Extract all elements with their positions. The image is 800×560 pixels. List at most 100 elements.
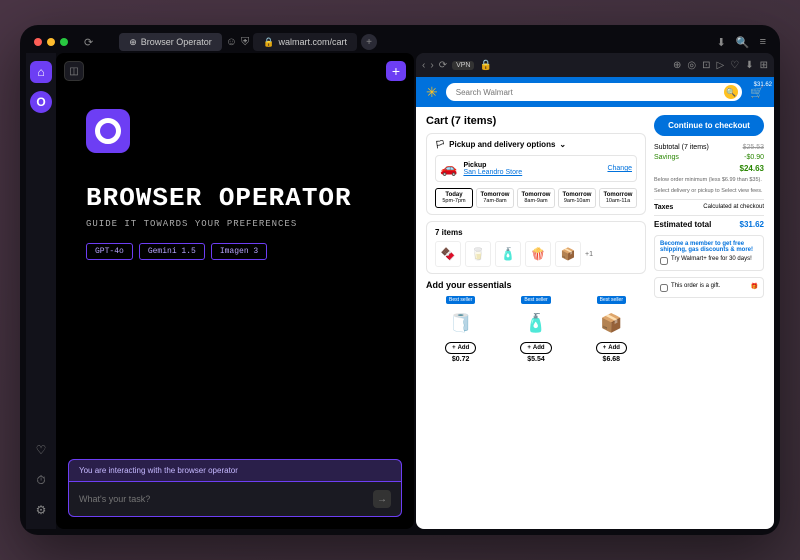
pickup-info: Pickup San Leandro Store <box>463 162 601 176</box>
add-button[interactable]: + Add <box>445 342 476 354</box>
reload-button[interactable]: ⟳ <box>439 60 447 71</box>
back-button[interactable]: ‹ <box>422 60 425 71</box>
forward-button[interactable]: › <box>430 60 433 71</box>
subtotal-row: Subtotal (7 items)$25.53 <box>654 144 764 151</box>
essential-card: Best seller 📦 + Add $6.68 <box>577 294 646 363</box>
time-slot[interactable]: Tomorrow9am-10am <box>558 188 596 208</box>
estimated-total-row: Estimated total$31.62 <box>654 220 764 229</box>
webpage-pane: ‹ › ⟳ VPN 🔒 ⊕ ◎ ⊡ ▷ ♡ ⬇ ⊞ <box>416 53 774 529</box>
operator-input-area: You are interacting with the browser ope… <box>56 447 414 529</box>
cart-item-thumb[interactable]: 🍿 <box>525 241 551 267</box>
send-button[interactable]: → <box>373 490 391 508</box>
pickup-store[interactable]: San Leandro Store <box>463 169 601 176</box>
cart-icon[interactable]: 🛒$31.62 <box>750 86 764 99</box>
savings-row: Savings-$0.90 <box>654 154 764 161</box>
close-window[interactable] <box>34 38 42 46</box>
toolbar-icon[interactable]: ◎ <box>687 60 696 71</box>
add-button[interactable]: + Add <box>596 342 627 354</box>
tab-strip: ⊕ Browser Operator ☺ ⛨ 🔒 walmart.com/car… <box>119 33 710 51</box>
new-tab-button[interactable]: + <box>361 34 377 50</box>
checkout-button[interactable]: Continue to checkout <box>654 115 764 136</box>
walmart-search-button[interactable]: 🔍 <box>724 85 738 99</box>
maximize-window[interactable] <box>60 38 68 46</box>
page-body: Cart (7 items) 🏳 Pickup and delivery opt… <box>416 107 774 371</box>
more-items[interactable]: +1 <box>585 251 593 258</box>
vpn-badge[interactable]: VPN <box>452 61 474 70</box>
essentials-section: Add your essentials Best seller 🧻 + Add … <box>426 280 646 363</box>
item-thumbnails: 🍫 🥛 🧴 🍿 📦 +1 <box>435 241 637 267</box>
time-slot[interactable]: Tomorrow7am-8am <box>476 188 514 208</box>
min-order-note: Below order minimum (less $6.99 than $35… <box>654 177 764 184</box>
smile-icon[interactable]: ☺ <box>226 36 237 48</box>
lock-icon: 🔒 <box>263 37 274 48</box>
bestseller-badge: Best seller <box>521 296 550 304</box>
search-icon[interactable]: 🔍 <box>736 36 750 49</box>
browser-window: ⟳ ⊕ Browser Operator ☺ ⛨ 🔒 walmart.com/c… <box>20 25 780 535</box>
sidebar-home[interactable]: ⌂ <box>30 61 52 83</box>
cart-item-thumb[interactable]: 📦 <box>555 241 581 267</box>
cart-item-thumb[interactable]: 🍫 <box>435 241 461 267</box>
toolbar-icon[interactable]: ⊞ <box>760 60 768 71</box>
toolbar-icon[interactable]: ⊡ <box>702 60 710 71</box>
chevron-down-icon: ⌄ <box>559 140 566 149</box>
lock-icon: 🔒 <box>479 60 491 71</box>
sidebar-opera-logo[interactable]: O <box>30 91 52 113</box>
split-panes: ◫ + BROWSER OPERATOR GUIDE IT TOWARDS YO… <box>56 53 774 529</box>
time-slot[interactable]: Tomorrow8am-9am <box>517 188 555 208</box>
cart-item-thumb[interactable]: 🥛 <box>465 241 491 267</box>
add-button[interactable]: + Add <box>520 342 551 354</box>
trial-label: Try Walmart+ free for 30 days! <box>671 256 752 262</box>
tab-walmart[interactable]: 🔒 walmart.com/cart <box>253 33 357 51</box>
select-note: Select delivery or pickup to Select view… <box>654 188 764 195</box>
tab-operator[interactable]: ⊕ Browser Operator <box>119 33 222 51</box>
walmart-page: ✳ 🔍 🛒$31.62 Cart (7 items) 🏳 <box>416 77 774 529</box>
panel-toggle[interactable]: ◫ <box>64 61 84 81</box>
shield-icon[interactable]: ⛨ <box>241 36 249 49</box>
globe-icon: ⊕ <box>129 37 137 48</box>
car-icon: 🚗 <box>440 160 457 177</box>
tab-label: walmart.com/cart <box>279 37 348 47</box>
time-slot[interactable]: Today5pm-7pm <box>435 188 473 208</box>
new-chat-button[interactable]: + <box>386 61 406 81</box>
trial-checkbox[interactable] <box>660 257 668 265</box>
bestseller-badge: Best seller <box>597 296 626 304</box>
essential-card: Best seller 🧻 + Add $0.72 <box>426 294 495 363</box>
sidebar-settings[interactable]: ⚙ <box>30 499 52 521</box>
product-image[interactable]: 🧴 <box>501 306 570 340</box>
url-toolbar: ‹ › ⟳ VPN 🔒 ⊕ ◎ ⊡ ▷ ♡ ⬇ ⊞ <box>416 53 774 77</box>
gift-label: This order is a gift. <box>671 283 720 289</box>
gift-checkbox[interactable] <box>660 284 668 292</box>
walmart-search-input[interactable] <box>456 88 725 97</box>
chip-gemini[interactable]: Gemini 1.5 <box>139 243 205 260</box>
walmart-logo-icon[interactable]: ✳ <box>426 84 438 101</box>
gift-checkbox-row: This order is a gift. 🎁 <box>654 277 764 298</box>
toolbar-icon[interactable]: ♡ <box>730 60 739 71</box>
walmart-search: 🔍 <box>446 83 743 101</box>
operator-notice: You are interacting with the browser ope… <box>68 459 402 482</box>
product-image[interactable]: 🧻 <box>426 306 495 340</box>
operator-topbar: ◫ + <box>56 53 414 89</box>
refresh-icon[interactable]: ⟳ <box>84 36 93 49</box>
product-price: $6.68 <box>577 356 646 363</box>
download-icon[interactable]: ⬇ <box>717 36 726 49</box>
sidebar-history[interactable]: ⏱ <box>30 469 52 491</box>
toolbar-icon[interactable]: ▷ <box>717 60 725 71</box>
toolbar-icon[interactable]: ⊕ <box>673 60 681 71</box>
cart-amount: $31.62 <box>754 82 772 88</box>
delivery-header[interactable]: 🏳 Pickup and delivery options ⌄ <box>435 140 637 149</box>
chip-gpt4o[interactable]: GPT-4o <box>86 243 133 260</box>
time-slot[interactable]: Tomorrow10am-11a <box>599 188 637 208</box>
cart-item-thumb[interactable]: 🧴 <box>495 241 521 267</box>
chip-imagen[interactable]: Imagen 3 <box>211 243 267 260</box>
operator-main: BROWSER OPERATOR GUIDE IT TOWARDS YOUR P… <box>56 89 414 447</box>
menu-icon[interactable]: ≡ <box>760 36 766 48</box>
window-controls <box>34 38 68 46</box>
product-image[interactable]: 📦 <box>577 306 646 340</box>
change-link[interactable]: Change <box>607 165 632 172</box>
walmart-plus-promo: Become a member to get free shipping, ga… <box>654 235 764 271</box>
minimize-window[interactable] <box>47 38 55 46</box>
toolbar-icon[interactable]: ⬇ <box>745 60 753 71</box>
task-input[interactable] <box>79 494 365 504</box>
cart-title: Cart (7 items) <box>426 115 646 127</box>
sidebar-heart[interactable]: ♡ <box>30 439 52 461</box>
